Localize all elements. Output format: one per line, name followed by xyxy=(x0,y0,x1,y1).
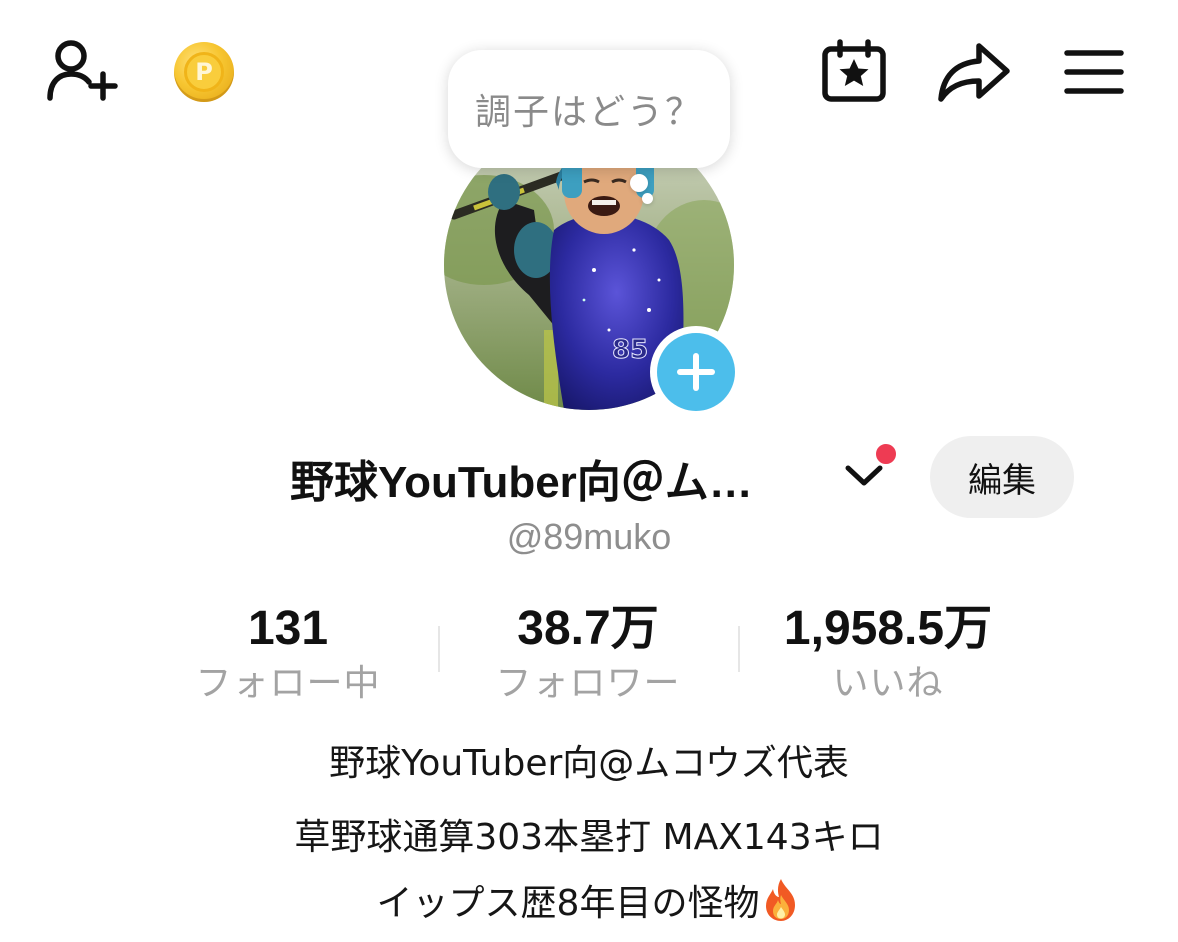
bio-line-text: イップス歴8年目の怪物 xyxy=(376,883,760,924)
coin-icon[interactable]: P xyxy=(172,40,236,104)
stat-followers[interactable]: 38.7万 フォロワー xyxy=(438,598,738,708)
stat-likes-label: いいね xyxy=(832,663,944,704)
stat-following[interactable]: 131 フォロー中 xyxy=(138,598,438,708)
notification-dot xyxy=(874,442,898,466)
profile-username: @89muko xyxy=(506,516,672,557)
status-bubble-text: 調子はどう？ xyxy=(474,92,703,133)
calendar-star-icon[interactable] xyxy=(818,38,890,104)
status-bubble[interactable]: 調子はどう？ xyxy=(448,50,730,168)
hamburger-menu-icon[interactable] xyxy=(1060,44,1128,100)
stat-following-label: フォロー中 xyxy=(195,663,381,704)
profile-display-name: 野球YouTuber向＠ム… xyxy=(290,458,753,507)
bio-line: 草野球通算303本塁打 MAX143キロ xyxy=(294,817,884,858)
bio-line: イップス歴8年目の怪物 xyxy=(0,874,1178,926)
fire-emoji-icon xyxy=(761,877,801,923)
stat-followers-label: フォロワー xyxy=(495,663,681,704)
bio-line: 野球YouTuber向@ムコウズ代表 xyxy=(329,743,849,784)
stat-followers-value: 38.7万 xyxy=(517,602,659,655)
coin-disc: P xyxy=(174,42,234,102)
stat-following-value: 131 xyxy=(247,602,329,655)
stat-likes-value: 1,958.5万 xyxy=(783,602,993,655)
bubble-tail-dot-small xyxy=(642,193,653,204)
person-add-icon[interactable] xyxy=(44,36,120,104)
svg-text:85: 85 xyxy=(612,335,648,365)
coin-letter: P xyxy=(184,52,224,92)
plus-icon xyxy=(657,333,735,411)
bubble-tail-dot xyxy=(630,174,648,192)
add-avatar-button[interactable] xyxy=(650,326,742,418)
stat-likes[interactable]: 1,958.5万 いいね xyxy=(738,598,1038,708)
edit-profile-button[interactable]: 編集 xyxy=(930,436,1074,518)
share-arrow-icon[interactable] xyxy=(936,40,1012,104)
